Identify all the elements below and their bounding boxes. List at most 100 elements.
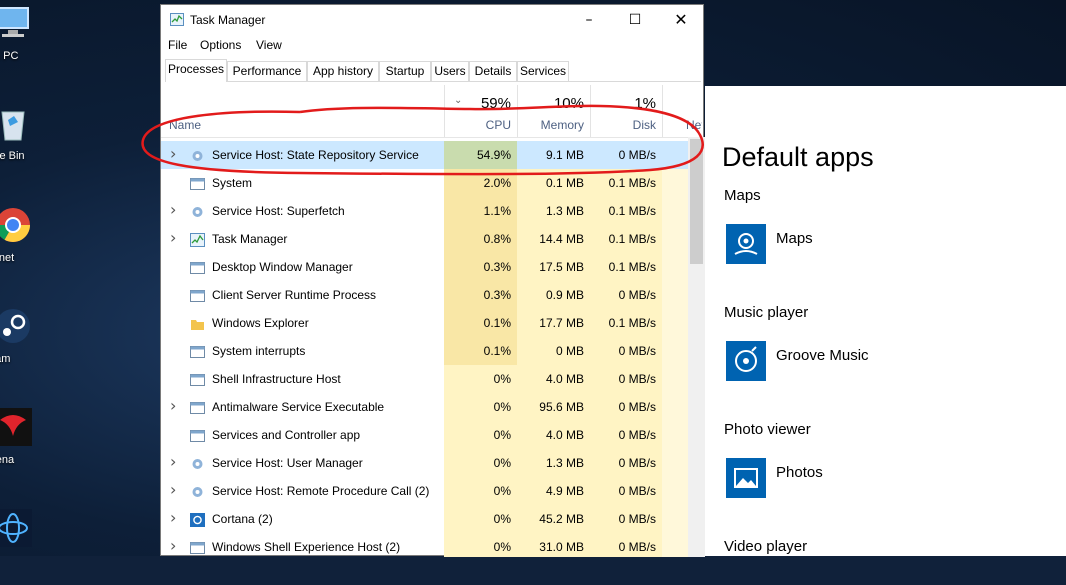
column-header-disk[interactable]: 1% Disk [590, 85, 662, 137]
cortana-icon [190, 512, 205, 527]
column-header-label: Name [169, 118, 202, 132]
expand-chevron-icon[interactable]: › [170, 228, 176, 247]
disk-cell: 0.1 MB/s [590, 253, 662, 281]
process-name: System [212, 176, 253, 190]
default-app-name: Maps [776, 230, 813, 247]
memory-cell: 45.2 MB [517, 505, 590, 533]
menu-view[interactable]: View [256, 38, 282, 52]
table-row[interactable]: › Windows Shell Experience Host (2) 0% 31.0… [161, 533, 691, 557]
menu-bar: File Options View [161, 36, 703, 56]
memory-cell: 17.5 MB [517, 253, 590, 281]
process-name: Desktop Window Manager [212, 260, 353, 274]
default-app-maps[interactable]: Maps [726, 224, 1026, 264]
table-row[interactable]: Client Server Runtime Process 0.3% 0.9 MB 0… [161, 281, 691, 309]
default-app-photos[interactable]: Photos [726, 458, 1026, 498]
table-row[interactable]: › Cortana (2) 0% 45.2 MB 0 MB/s [161, 505, 691, 533]
cpu-cell: 0% [444, 533, 517, 557]
tab-details[interactable]: Details [469, 61, 517, 81]
desktop-icon-label: ternet [0, 252, 15, 264]
memory-cell: 0.1 MB [517, 169, 590, 197]
default-app-groove-music[interactable]: Groove Music [726, 341, 1026, 381]
window-icon [190, 400, 205, 414]
minimize-button[interactable]: – [566, 5, 612, 35]
scrollbar-thumb[interactable] [690, 139, 703, 264]
desktop-icon-label: his PC [0, 50, 19, 62]
table-row[interactable]: › Task Manager 0.8% 14.4 MB 0.1 MB/s [161, 225, 691, 253]
expand-chevron-icon[interactable]: › [170, 200, 176, 219]
column-header-cpu[interactable]: 59% CPU [444, 85, 517, 137]
tab-app-history[interactable]: App history [307, 61, 379, 81]
process-name: Windows Shell Experience Host (2) [212, 540, 401, 554]
menu-options[interactable]: Options [200, 38, 241, 52]
tab-users[interactable]: Users [431, 61, 469, 81]
cpu-cell: 0.8% [444, 225, 517, 253]
disk-cell: 0 MB/s [590, 365, 662, 393]
column-header-label: Disk [632, 118, 656, 132]
desktop-icon-garena[interactable]: arena [0, 404, 60, 484]
table-row[interactable]: › Antimalware Service Executable 0% 95.6 MB… [161, 393, 691, 421]
table-row[interactable]: Shell Infrastructure Host 0% 4.0 MB 0 MB/s [161, 365, 691, 393]
gear-icon [190, 484, 205, 498]
expand-chevron-icon[interactable]: › [170, 508, 176, 527]
groove-icon [726, 341, 766, 381]
network-cell [662, 505, 691, 533]
window-title: Task Manager [190, 13, 266, 27]
window-icon [190, 540, 205, 554]
cpu-cell: 0% [444, 449, 517, 477]
expand-chevron-icon[interactable]: › [170, 480, 176, 499]
desktop-icon-recycle-bin[interactable]: ycle Bin [0, 100, 60, 180]
table-row[interactable]: Services and Controller app 0% 4.0 MB 0 MB/… [161, 421, 691, 449]
tab-services[interactable]: Services [517, 61, 569, 81]
window-icon [190, 176, 205, 190]
table-row[interactable]: System interrupts 0.1% 0 MB 0 MB/s [161, 337, 691, 365]
title-bar[interactable]: Task Manager – ☐ ✕ [161, 5, 703, 35]
network-cell [662, 337, 691, 365]
network-cell [662, 225, 691, 253]
process-name: Shell Infrastructure Host [212, 372, 341, 386]
column-header-label: CPU [485, 118, 511, 132]
desktop-icon-this-pc[interactable]: his PC [0, 0, 60, 80]
expand-chevron-icon[interactable]: › [170, 144, 176, 163]
default-app-name: Photos [776, 464, 823, 481]
column-header-memory[interactable]: 10% Memory [517, 85, 590, 137]
process-name: Windows Explorer [212, 316, 309, 330]
vertical-scrollbar[interactable] [688, 137, 705, 557]
column-header-network[interactable]: Net [662, 85, 702, 137]
column-header-name[interactable]: Name [161, 85, 444, 137]
table-row[interactable]: › Service Host: User Manager 0% 1.3 MB 0 MB/… [161, 449, 691, 477]
table-row[interactable]: Windows Explorer 0.1% 17.7 MB 0.1 MB/s [161, 309, 691, 337]
process-name: Services and Controller app [212, 428, 361, 442]
disk-cell: 0 MB/s [590, 141, 662, 169]
desktop-icon-steam[interactable]: team [0, 303, 60, 383]
disk-total-percent: 1% [634, 95, 656, 112]
desktop-icon-chrome[interactable]: ternet [0, 202, 60, 282]
table-row[interactable]: Desktop Window Manager 0.3% 17.5 MB 0.1 MB/… [161, 253, 691, 281]
process-name: Client Server Runtime Process [212, 288, 377, 302]
garena-icon [0, 408, 32, 446]
folder-icon [190, 316, 205, 330]
tab-processes[interactable]: Processes [165, 59, 227, 82]
maximize-button[interactable]: ☐ [612, 5, 658, 35]
memory-cell: 1.3 MB [517, 449, 590, 477]
desktop-icon-battlenet[interactable] [0, 505, 60, 585]
cpu-cell: 0.1% [444, 309, 517, 337]
cpu-cell: 0% [444, 505, 517, 533]
disk-cell: 0.1 MB/s [590, 225, 662, 253]
table-row[interactable]: › Service Host: Remote Procedure Call (2)… [161, 477, 691, 505]
close-button[interactable]: ✕ [658, 5, 704, 35]
network-cell [662, 281, 691, 309]
section-heading-maps: Maps [724, 187, 761, 204]
network-cell [662, 393, 691, 421]
task-manager-window: Task Manager – ☐ ✕ File Options View Pro… [160, 4, 705, 557]
table-row[interactable]: System 2.0% 0.1 MB 0.1 MB/s [161, 169, 691, 197]
expand-chevron-icon[interactable]: › [170, 396, 176, 415]
expand-chevron-icon[interactable]: › [170, 452, 176, 471]
table-row[interactable]: › Service Host: State Repository Service 5… [161, 141, 691, 169]
table-row[interactable]: › Service Host: Superfetch 1.1% 1.3 MB 0.1 M… [161, 197, 691, 225]
expand-chevron-icon[interactable]: › [170, 536, 176, 555]
tab-performance[interactable]: Performance [227, 61, 307, 81]
task-manager-app-icon [170, 13, 184, 26]
cpu-total-percent: 59% [480, 95, 511, 112]
menu-file[interactable]: File [168, 38, 187, 52]
tab-startup[interactable]: Startup [379, 61, 431, 81]
